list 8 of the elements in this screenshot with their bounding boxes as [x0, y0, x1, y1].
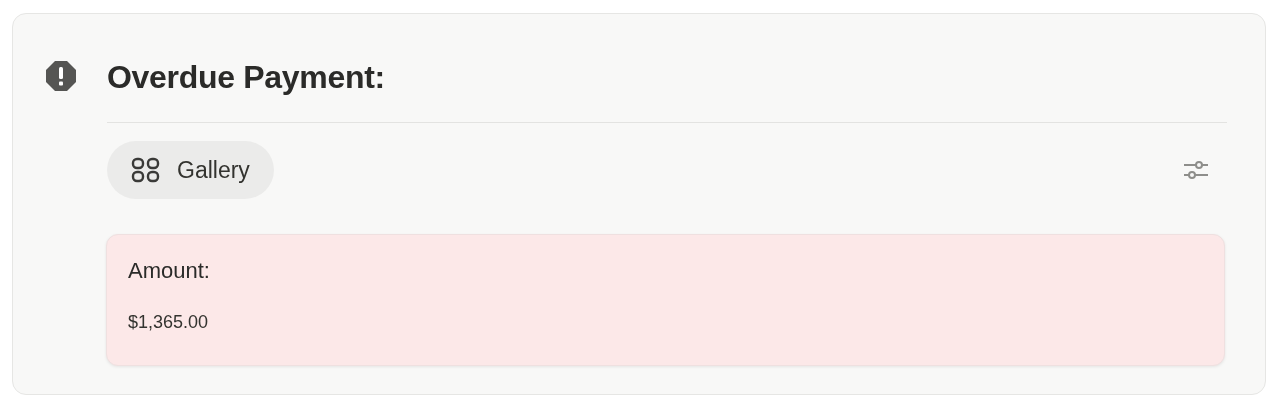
sliders-icon — [1183, 159, 1209, 181]
grid-icon — [131, 157, 161, 183]
gallery-card[interactable]: Amount: $1,365.00 — [106, 234, 1225, 366]
card-label: Amount: — [128, 257, 211, 285]
callout-title: Overdue Payment: — [107, 58, 386, 96]
gallery-view-tab[interactable]: Gallery — [107, 141, 274, 199]
warning-icon — [45, 60, 77, 92]
card-value: $1,365.00 — [128, 311, 210, 333]
